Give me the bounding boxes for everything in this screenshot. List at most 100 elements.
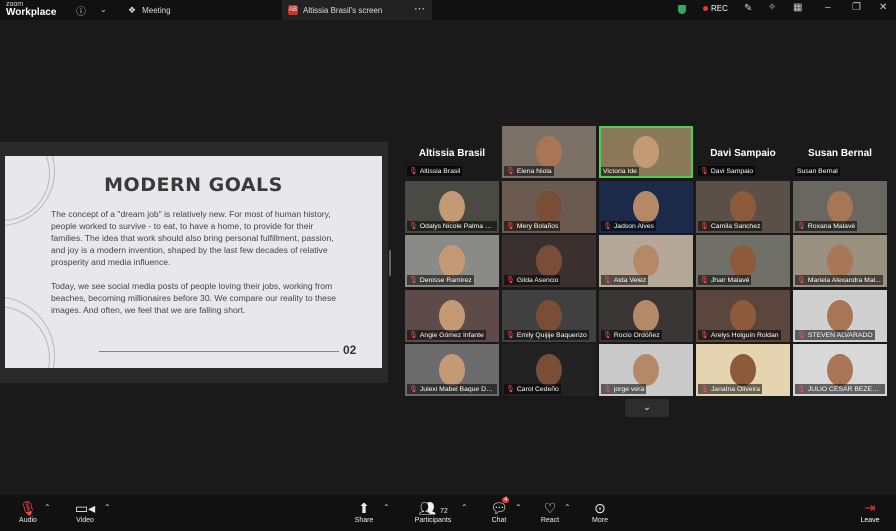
- view-layout-icon[interactable]: ▦: [793, 2, 802, 13]
- participant-tile[interactable]: 🎙︎ Emily Quijije Baquerizo: [502, 290, 596, 342]
- info-icon[interactable]: ⓘ: [76, 3, 86, 18]
- muted-mic-icon: 🎙︎: [603, 277, 612, 284]
- participant-name-label: 🎙︎ Jhair Malavé: [698, 275, 752, 285]
- participant-tile[interactable]: 🎙︎ Carol Cedeño: [502, 344, 596, 396]
- audio-options-chevron-icon[interactable]: ⌃: [44, 503, 51, 512]
- leave-button[interactable]: ⇥ Leave: [858, 499, 882, 524]
- recording-indicator[interactable]: REC: [703, 4, 728, 13]
- leave-label: Leave: [860, 517, 880, 524]
- muted-mic-icon: 🎙︎: [797, 277, 806, 284]
- participant-tile[interactable]: 🎙︎ Mariela Alexandra Mal...: [793, 235, 887, 287]
- shared-screen[interactable]: MODERN GOALS The concept of a "dream job…: [0, 142, 388, 383]
- video-camera-icon: ▭◂: [74, 500, 96, 516]
- share-button[interactable]: ⬆︎ Share: [351, 499, 377, 524]
- muted-mic-icon: 🎙︎: [506, 223, 515, 230]
- participant-tile[interactable]: 🎙︎ Mery Bolaños: [502, 181, 596, 233]
- participant-tile[interactable]: 🎙︎ Jhair Malavé: [696, 235, 790, 287]
- participant-tile[interactable]: Victoria Ide: [599, 126, 693, 178]
- participants-button[interactable]: 👥︎ 72 Participants: [410, 499, 456, 524]
- more-options-icon[interactable]: ⋯: [414, 2, 425, 15]
- react-options-chevron-icon[interactable]: ⌃: [564, 503, 571, 512]
- close-icon[interactable]: ✕: [879, 2, 887, 13]
- tab-shared-screen[interactable]: AB Altissia Brasil's screen: [282, 0, 432, 20]
- participant-tile[interactable]: 🎙︎ Julexi Mabel Baque De...: [405, 344, 499, 396]
- participant-tile[interactable]: 🎙︎ Gilda Asencio: [502, 235, 596, 287]
- logo-line2: Workplace: [6, 7, 57, 18]
- participant-tile[interactable]: 🎙︎ STEVEN ALVARADO: [793, 290, 887, 342]
- participant-name-label: 🎙︎ Arelys Holguín Roldan: [698, 330, 781, 340]
- audio-button[interactable]: 🎙︎ Audio: [15, 499, 41, 524]
- participant-tile[interactable]: 🎙︎ Denisse Ramirez: [405, 235, 499, 287]
- participant-tile[interactable]: Altissia Brasil 🎙︎ Altissia Brasil: [405, 126, 499, 178]
- participant-name-label: Susan Bernal: [795, 167, 840, 176]
- participant-name-label: 🎙︎ STEVEN ALVARADO: [795, 330, 875, 340]
- split-view-resize-handle[interactable]: [389, 250, 391, 276]
- video-label: Video: [76, 517, 94, 524]
- participant-tile[interactable]: Davi Sampaio 🎙︎ Davi Sampaio: [696, 126, 790, 178]
- encryption-shield-icon[interactable]: [678, 5, 686, 16]
- participant-tile[interactable]: 🎙︎ Angie Gómez Infante: [405, 290, 499, 342]
- participant-video-face: [633, 191, 659, 223]
- participant-tile[interactable]: 🎙︎ Roxana Malavé: [793, 181, 887, 233]
- participant-name: Rocío Ordóñez: [613, 332, 660, 339]
- muted-mic-icon: 🎙︎: [506, 168, 515, 175]
- participant-name: Aida Velez: [613, 277, 647, 284]
- video-button[interactable]: ▭◂ Video: [72, 499, 98, 524]
- muted-mic-icon: 🎙︎: [506, 277, 515, 284]
- more-dots-icon: ⊙: [594, 500, 606, 516]
- participant-video-face: [827, 191, 853, 223]
- share-options-chevron-icon[interactable]: ⌃: [383, 503, 390, 512]
- minimize-icon[interactable]: –: [825, 2, 831, 13]
- participant-tile[interactable]: 🎙︎ Arelys Holguín Roldan: [696, 290, 790, 342]
- participant-tile[interactable]: 🎙︎ Jadson Alves: [599, 181, 693, 233]
- chevron-down-icon[interactable]: ⌄: [100, 5, 107, 14]
- chat-options-chevron-icon[interactable]: ⌃: [515, 503, 522, 512]
- chat-button[interactable]: 💬︎ 4 Chat: [488, 497, 510, 524]
- participant-tile[interactable]: 🎙︎ Camila Sanchez: [696, 181, 790, 233]
- participant-video-face: [536, 245, 562, 277]
- participant-name-label: 🎙︎ Mariela Alexandra Mal...: [795, 275, 883, 285]
- participants-label: Participants: [414, 517, 452, 524]
- participant-name-label: 🎙︎ Elena Niola: [504, 166, 554, 176]
- participant-tile[interactable]: Susan Bernal Susan Bernal: [793, 126, 887, 178]
- participant-name: Victoria Ide: [603, 168, 637, 175]
- participant-tile[interactable]: 🎙︎ Rocío Ordóñez: [599, 290, 693, 342]
- participant-tile[interactable]: 🎙︎ Odalys Nicole Palma C...: [405, 181, 499, 233]
- more-participants-chevron-down-icon[interactable]: ⌄: [625, 399, 669, 417]
- participant-tile[interactable]: 🎙︎ Elena Niola: [502, 126, 596, 178]
- muted-mic-icon: 🎙︎: [506, 386, 515, 393]
- participant-video-face: [633, 136, 659, 168]
- participant-tile[interactable]: 🎙︎ jorge vera: [599, 344, 693, 396]
- chat-label: Chat: [491, 517, 507, 524]
- video-options-chevron-icon[interactable]: ⌃: [104, 503, 111, 512]
- participants-options-chevron-icon[interactable]: ⌃: [461, 503, 468, 512]
- more-button[interactable]: ⊙ More: [588, 499, 612, 524]
- muted-mic-icon: 🎙︎: [700, 277, 709, 284]
- muted-mic-icon: 🎙︎: [603, 386, 612, 393]
- participant-tile[interactable]: 🎙︎ Janaína Oliveira: [696, 344, 790, 396]
- meeting-toolbar: 🎙︎ Audio ⌃ ▭◂ Video ⌃ ⬆︎ Share ⌃ 👥︎ 72 P…: [0, 495, 896, 531]
- participant-display-name: Susan Bernal: [808, 148, 872, 159]
- participant-name: Susan Bernal: [797, 168, 838, 175]
- participant-name: Carol Cedeño: [516, 386, 559, 393]
- participant-name-label: 🎙︎ Davi Sampaio: [698, 166, 756, 176]
- participant-tile[interactable]: 🎙︎ Aida Velez: [599, 235, 693, 287]
- participant-name: Odalys Nicole Palma C...: [419, 223, 496, 230]
- muted-mic-icon: 🎙︎: [603, 223, 612, 230]
- muted-mic-icon: 🎙︎: [797, 223, 806, 230]
- participant-name-label: 🎙︎ Denisse Ramirez: [407, 275, 474, 285]
- participant-video-face: [633, 354, 659, 386]
- participant-name: Angie Gómez Infante: [419, 332, 484, 339]
- participant-tile[interactable]: 🎙︎ JULIO CESAR BEZERRA...: [793, 344, 887, 396]
- react-button[interactable]: ♡ React: [538, 499, 562, 524]
- participant-display-name: Davi Sampaio: [710, 148, 776, 159]
- participant-name-label: 🎙︎ Angie Gómez Infante: [407, 330, 486, 340]
- participant-name: Arelys Holguín Roldan: [710, 332, 779, 339]
- ai-companion-icon[interactable]: ✧: [768, 2, 776, 13]
- participant-video-face: [439, 191, 465, 223]
- restore-icon[interactable]: ❐: [852, 2, 861, 13]
- muted-mic-icon: 🎙︎: [603, 332, 612, 339]
- tab-meeting[interactable]: ❖ Meeting: [128, 0, 278, 20]
- annotate-pen-icon[interactable]: ✎: [744, 3, 752, 14]
- participant-name: Denisse Ramirez: [419, 277, 472, 284]
